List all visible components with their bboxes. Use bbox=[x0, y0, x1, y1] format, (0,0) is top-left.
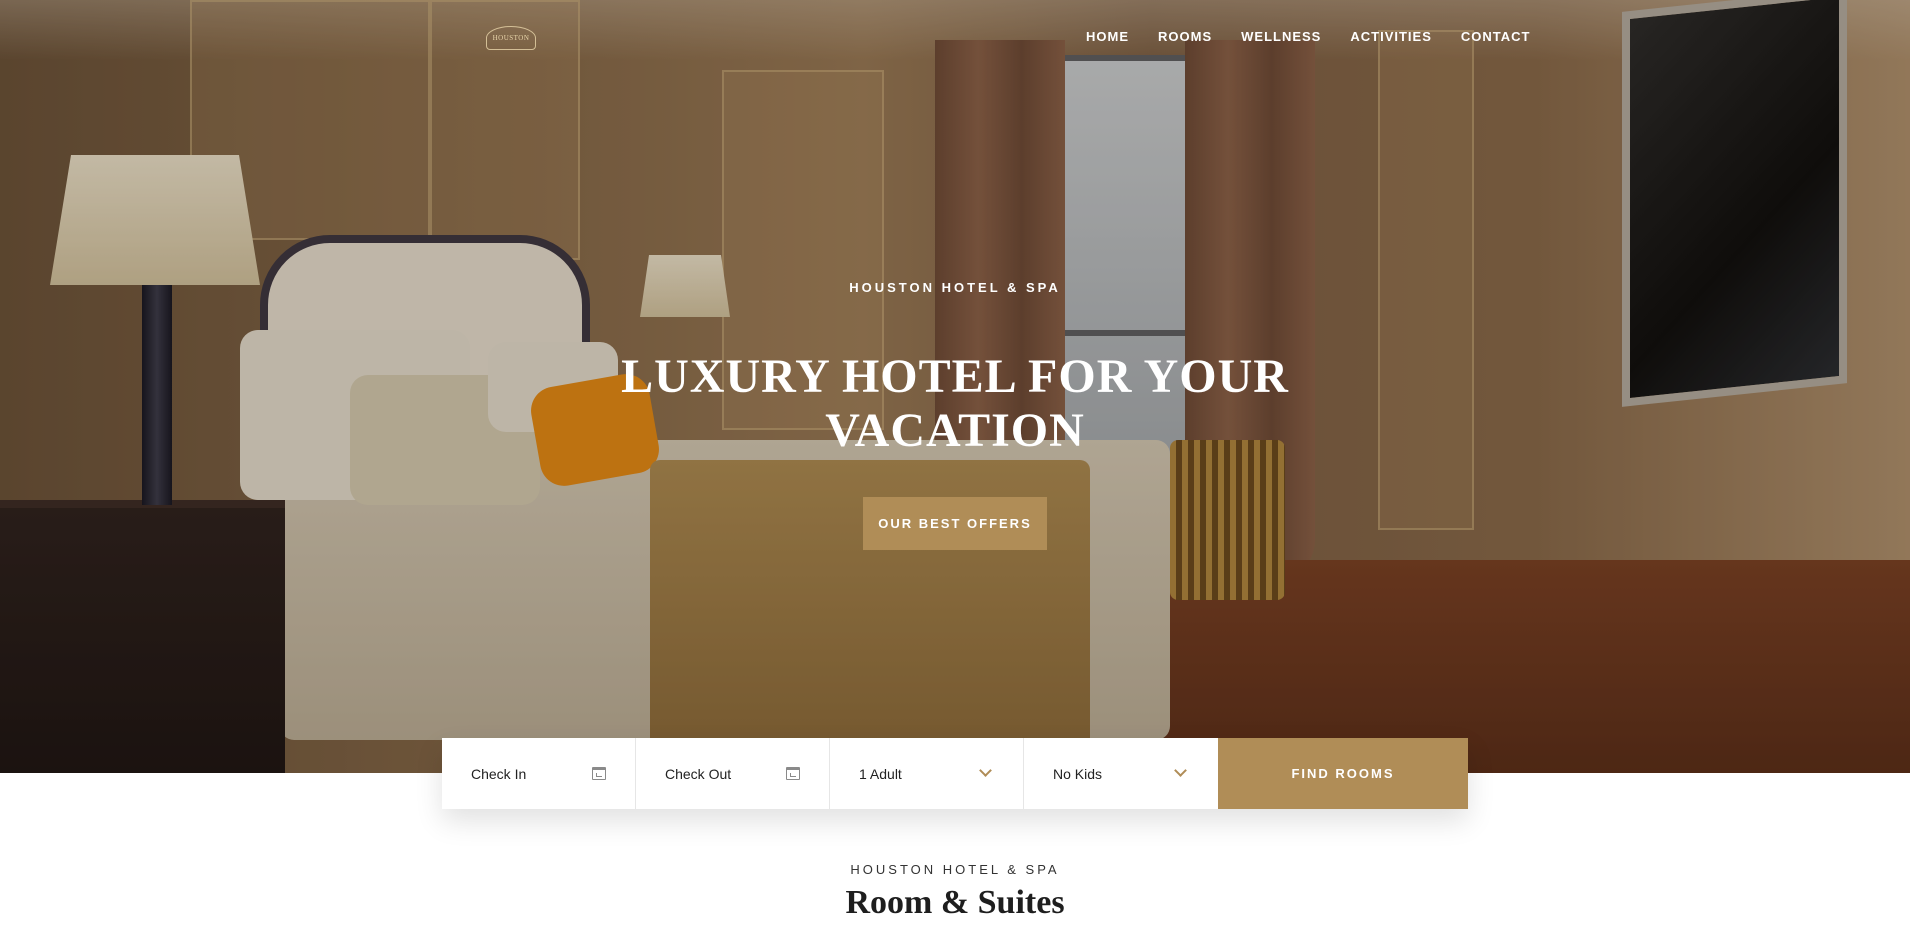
check-in-field[interactable]: Check In bbox=[442, 738, 636, 809]
calendar-icon[interactable] bbox=[592, 767, 606, 780]
kids-value: No Kids bbox=[1053, 765, 1103, 782]
adults-select[interactable]: 1 Adult bbox=[830, 738, 1024, 809]
check-out-label: Check Out bbox=[665, 765, 732, 782]
find-rooms-button[interactable]: FIND ROOMS bbox=[1218, 738, 1468, 809]
adults-value: 1 Adult bbox=[859, 765, 902, 782]
hero-title-line-2: VACATION bbox=[825, 404, 1085, 457]
calendar-icon[interactable] bbox=[786, 767, 800, 780]
nav-item-contact[interactable]: CONTACT bbox=[1461, 29, 1531, 44]
hero-title-line-1: LUXURY HOTEL FOR YOUR bbox=[621, 350, 1289, 403]
best-offers-button[interactable]: OUR BEST OFFERS bbox=[863, 497, 1047, 550]
hero-eyebrow: HOUSTON HOTEL & SPA bbox=[849, 280, 1061, 295]
check-out-field[interactable]: Check Out bbox=[636, 738, 830, 809]
main-nav: HOME ROOMS WELLNESS ACTIVITIES CONTACT bbox=[1086, 29, 1559, 44]
page-edge bbox=[1910, 0, 1920, 773]
nav-item-wellness[interactable]: WELLNESS bbox=[1241, 29, 1321, 44]
kids-select[interactable]: No Kids bbox=[1024, 738, 1218, 809]
check-in-label: Check In bbox=[471, 765, 527, 782]
booking-bar: Check In Check Out 1 Adult No Kids FIND … bbox=[442, 738, 1468, 809]
logo-text: HOUSTON bbox=[492, 34, 530, 42]
logo[interactable]: HOUSTON bbox=[486, 26, 536, 50]
nav-item-rooms[interactable]: ROOMS bbox=[1158, 29, 1212, 44]
nav-item-home[interactable]: HOME bbox=[1086, 29, 1129, 44]
section-eyebrow: HOUSTON HOTEL & SPA bbox=[850, 862, 1060, 877]
chevron-down-icon[interactable] bbox=[1174, 764, 1187, 777]
chevron-down-icon[interactable] bbox=[979, 764, 992, 777]
nav-item-activities[interactable]: ACTIVITIES bbox=[1350, 29, 1432, 44]
hero-title: LUXURY HOTEL FOR YOUR VACATION bbox=[0, 350, 1910, 458]
section-title: Room & Suites bbox=[845, 884, 1065, 921]
